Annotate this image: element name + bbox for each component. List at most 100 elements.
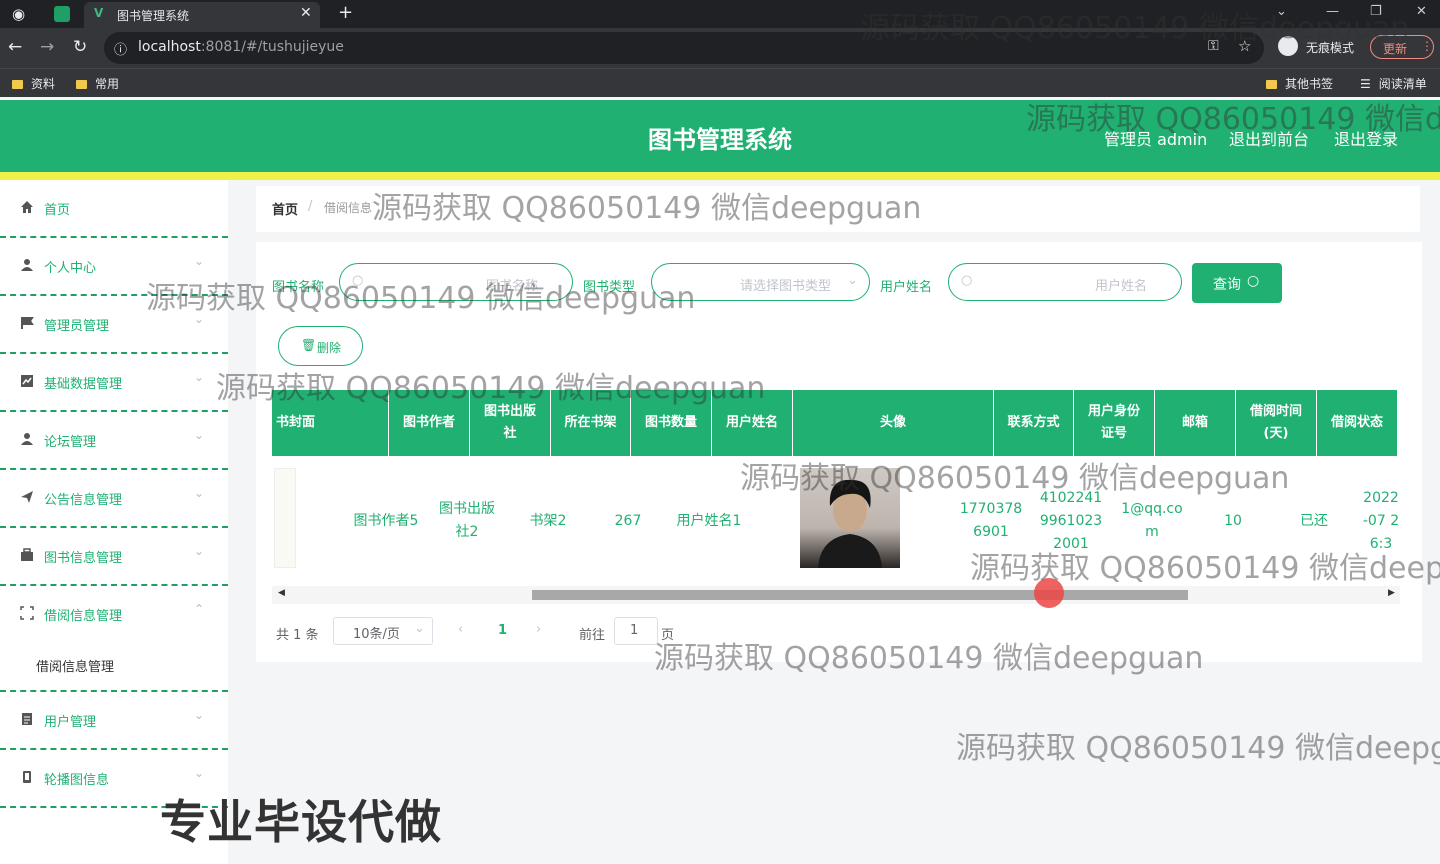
url-text: localhost:8081/#/tushujieyue [138,39,344,55]
mouse-cursor-highlight [1034,578,1064,608]
sidebar-item-users[interactable]: 用户管理 ⌄ [0,692,228,750]
logout-link[interactable]: 退出登录 [1334,126,1398,150]
avatar [800,468,900,568]
breadcrumb-separator: / [308,199,313,214]
app-header: 图书管理系统 管理员 admin 退出到前台 退出登录 [0,100,1440,172]
browser-tabbar: ◉ V 图书管理系统 ✕ + ⌄ — ❐ ✕ [0,0,1440,28]
sidebar-item-forum[interactable]: 论坛管理 ⌄ [0,412,228,470]
column-header: 邮箱 [1155,390,1236,456]
pagination-total: 共 1 条 [276,628,319,643]
sidebar-item-label: 论坛管理 [44,435,97,450]
key-icon[interactable]: ⚿ [1208,38,1219,54]
book-name-label: 图书名称 [272,280,325,295]
window-close-icon[interactable]: ✕ [1416,4,1427,19]
site-info-icon[interactable]: ⓘ [114,39,127,58]
chevron-down-icon: ⌄ [194,766,205,780]
front-link[interactable]: 退出到前台 [1229,126,1309,150]
admin-label: 管理员 admin [1104,130,1208,149]
user-icon [21,433,33,445]
cell-idcard: 410224199610232001 [1039,489,1103,552]
cell-publisher: 图书出版社2 [439,501,495,540]
update-label: 更新 [1383,42,1408,56]
column-header: 书封面 [272,390,389,456]
sidebar-item-label: 用户管理 [44,715,97,730]
bookmark-label: 常用 [95,77,120,91]
book-cover-image [274,468,296,568]
sidebar-item-books[interactable]: 图书信息管理 ⌄ [0,528,228,586]
portrait-icon [818,479,882,568]
more-icon: ⋮ [1421,39,1433,53]
delete-button[interactable]: 🗑 删除 [278,326,363,366]
user-name-input[interactable]: ○ 用户姓名 [948,263,1182,301]
bookmark-folder-0[interactable]: 资料 [12,75,55,92]
cell-author: 图书作者5 [353,512,419,529]
book-name-input[interactable]: ○ 图书名称 [339,263,573,301]
tab-favicon-icon[interactable] [54,6,70,22]
sidebar-item-label: 首页 [44,203,71,218]
scrollbar-thumb[interactable] [532,590,1188,600]
browser-tab-active[interactable]: V 图书管理系统 ✕ [84,2,320,28]
book-type-select[interactable]: 请选择图书类型 ⌄ [651,263,870,301]
reading-list-icon: ☰ [1360,77,1371,91]
table-row[interactable]: 图书作者5 图书出版社2 书架2 267 用户姓名1 17703786901 4… [272,458,1400,584]
sidebar-item-home[interactable]: 首页 [0,180,228,238]
sidebar-item-admins[interactable]: 管理员管理 ⌄ [0,296,228,354]
bookmark-folder-1[interactable]: 常用 [76,75,119,92]
sidebar-item-profile[interactable]: 个人中心 ⌄ [0,238,228,296]
column-header: 借阅时间(天) [1236,390,1317,456]
goto-input[interactable]: 1 [614,617,658,645]
vue-logo-icon: V [94,6,104,20]
incognito-label: 无痕模式 [1306,41,1355,55]
cell-shelf: 书架2 [529,512,567,529]
tab-close-icon[interactable]: ✕ [300,5,312,21]
sidebar-item-label: 借阅信息管理 [44,609,123,624]
sidebar-subitem-borrow-info[interactable]: 借阅信息管理 [0,640,228,692]
book-type-placeholder: 请选择图书类型 [740,279,832,294]
browser-logo-icon[interactable]: ◉ [12,5,25,23]
browser-toolbar: ← → ↻ ⓘ localhost:8081/#/tushujieyue ⚿ ☆… [0,28,1440,68]
app-title: 图书管理系统 [648,126,792,154]
search-icon: ○ [961,273,973,288]
cell-status: 已还 [1300,512,1328,529]
incognito-icon [1278,36,1298,56]
send-icon [21,491,33,503]
next-page-icon[interactable]: › [536,622,541,637]
query-button[interactable]: 查询 ○ [1192,263,1282,303]
sidebar-item-borrow[interactable]: 借阅信息管理 ⌃ [0,586,228,644]
breadcrumb-home[interactable]: 首页 [272,199,298,218]
breadcrumb-current: 借阅信息 [324,201,373,215]
user-name-placeholder: 用户姓名 [1095,279,1148,294]
search-icon: ○ [1247,273,1260,289]
minimize-icon[interactable]: — [1326,4,1339,19]
chevron-down-icon: ⌄ [194,544,205,558]
back-icon[interactable]: ← [8,37,22,57]
tab-search-icon[interactable]: ⌄ [1276,4,1287,19]
user-name-label: 用户姓名 [880,280,933,295]
book-name-placeholder: 图书名称 [486,279,539,294]
phone-icon [23,771,31,783]
cell-count: 267 [614,512,642,529]
column-header: 借阅状态 [1317,390,1398,456]
restore-icon[interactable]: ❐ [1370,4,1382,19]
new-tab-icon[interactable]: + [338,2,353,23]
page-size-select[interactable]: 10条/页 ⌄ [333,617,433,645]
reading-list[interactable]: ☰ 阅读清单 [1360,75,1427,92]
prev-page-icon[interactable]: ‹ [458,622,463,637]
incognito-indicator[interactable]: 无痕模式 [1278,34,1362,60]
goto-value: 1 [630,623,639,638]
update-button[interactable]: 更新 ⋮ [1370,35,1434,59]
address-bar[interactable]: ⓘ localhost:8081/#/tushujieyue ⚿ ☆ [104,32,1264,64]
forward-icon[interactable]: → [40,37,54,57]
horizontal-scrollbar[interactable]: ◀ ▶ [272,586,1400,604]
page-number[interactable]: 1 [498,623,507,638]
sidebar-item-label: 图书信息管理 [44,551,123,566]
sidebar-item-label: 管理员管理 [44,319,110,334]
scroll-left-icon[interactable]: ◀ [278,588,285,598]
other-bookmarks[interactable]: 其他书签 [1266,75,1333,92]
sidebar-item-basedata[interactable]: 基础数据管理 ⌄ [0,354,228,412]
sidebar-item-notice[interactable]: 公告信息管理 ⌄ [0,470,228,528]
scroll-right-icon[interactable]: ▶ [1388,588,1395,598]
reload-icon[interactable]: ↻ [73,37,87,57]
sidebar-subitem-label: 借阅信息管理 [36,660,115,675]
star-icon[interactable]: ☆ [1238,37,1251,55]
